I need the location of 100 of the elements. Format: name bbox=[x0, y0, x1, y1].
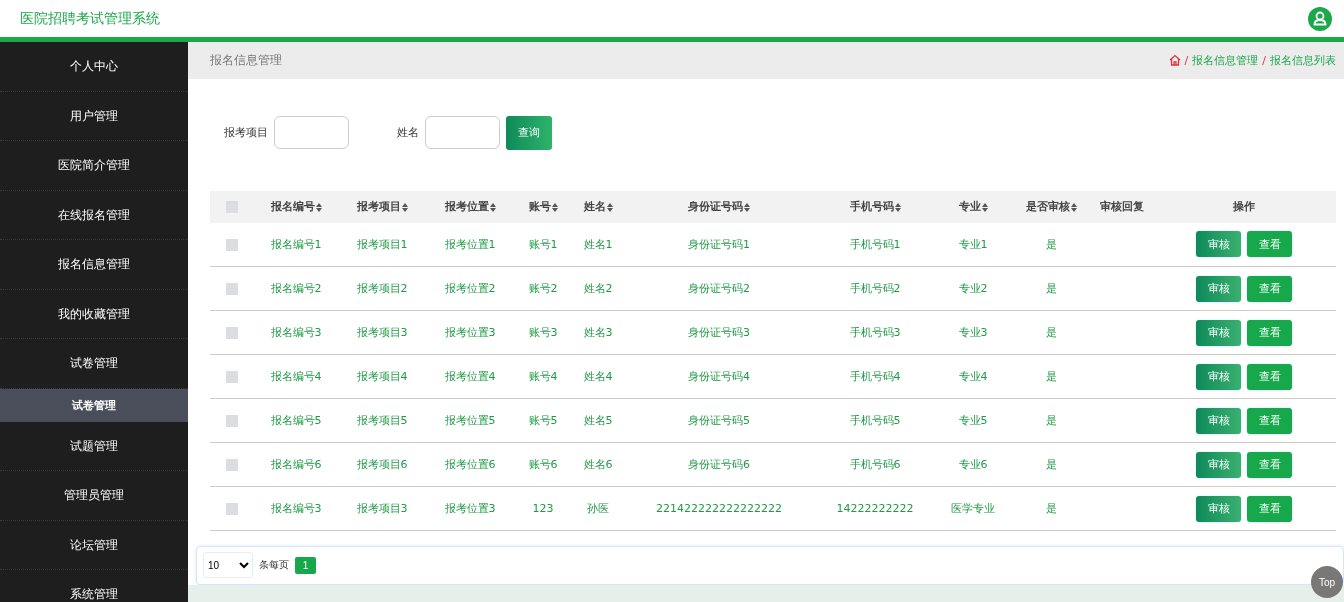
table-cell: 身份证号码4 bbox=[624, 354, 814, 399]
table-cell: 专业4 bbox=[936, 354, 1010, 399]
checkbox[interactable] bbox=[226, 327, 238, 340]
checkbox[interactable] bbox=[226, 283, 238, 296]
table-cell: 报考位置3 bbox=[426, 486, 514, 531]
column-header[interactable]: 报考位置 bbox=[426, 190, 514, 223]
column-header[interactable]: 账号 bbox=[514, 190, 572, 223]
table-cell: 报考位置1 bbox=[426, 222, 514, 267]
table-cell: 账号1 bbox=[514, 222, 572, 267]
sort-icon[interactable] bbox=[1070, 202, 1077, 212]
table-cell: 身份证号码1 bbox=[624, 222, 814, 267]
table-cell: 身份证号码3 bbox=[624, 310, 814, 355]
table-cell: 报考位置2 bbox=[426, 266, 514, 311]
table-cell: 账号5 bbox=[514, 398, 572, 443]
table-cell: 孙医 bbox=[572, 486, 624, 531]
sort-icon[interactable] bbox=[744, 202, 750, 212]
table-cell: 是 bbox=[1010, 486, 1092, 531]
table-cell: 报考项目4 bbox=[338, 354, 426, 399]
field-label: 报考项目 bbox=[224, 125, 268, 141]
column-header[interactable]: 报考项目 bbox=[338, 190, 426, 223]
column-header[interactable]: 姓名 bbox=[572, 190, 624, 223]
sort-icon[interactable] bbox=[489, 202, 496, 212]
checkbox[interactable] bbox=[226, 503, 238, 516]
review-button[interactable]: 审核 bbox=[1196, 495, 1241, 522]
table-cell: 手机号码6 bbox=[814, 442, 936, 487]
table-cell: 是 bbox=[1010, 222, 1092, 267]
table-cell: 手机号码5 bbox=[814, 398, 936, 443]
table-cell: 专业2 bbox=[936, 266, 1010, 311]
column-header[interactable]: 报名编号 bbox=[254, 190, 338, 223]
sort-icon[interactable] bbox=[401, 202, 408, 212]
table-cell: 报考位置4 bbox=[426, 354, 514, 399]
table-cell: 报考位置5 bbox=[426, 398, 514, 443]
input-field[interactable] bbox=[274, 116, 349, 150]
table-cell: 专业1 bbox=[936, 222, 1010, 267]
review-button[interactable]: 审核 bbox=[1196, 363, 1241, 390]
review-button[interactable]: 审核 bbox=[1196, 451, 1241, 478]
table-cell: 姓名2 bbox=[572, 266, 624, 311]
table-cell: 身份证号码6 bbox=[624, 442, 814, 487]
table-cell: 报名编号4 bbox=[254, 354, 338, 399]
field-label: 姓名 bbox=[397, 125, 419, 141]
sort-icon[interactable] bbox=[551, 202, 558, 212]
sidebar-subitem[interactable]: 试卷管理 bbox=[0, 388, 188, 422]
review-button[interactable]: 审核 bbox=[1196, 231, 1241, 258]
table-cell: 专业5 bbox=[936, 398, 1010, 443]
page-title: 报名信息管理 bbox=[210, 51, 282, 69]
table-cell: 报考项目6 bbox=[338, 442, 426, 487]
page-size-select[interactable]: 10 bbox=[203, 552, 253, 579]
column-header[interactable]: 身份证号码 bbox=[624, 190, 814, 223]
table-cell: 报名编号1 bbox=[254, 222, 338, 267]
home-icon[interactable] bbox=[1168, 54, 1181, 67]
table-cell: 是 bbox=[1010, 310, 1092, 355]
table-cell: 姓名5 bbox=[572, 398, 624, 443]
column-header[interactable]: 手机号码 bbox=[814, 190, 936, 223]
table-cell: 账号4 bbox=[514, 354, 572, 399]
table-cell: 身份证号码2 bbox=[624, 266, 814, 311]
review-button[interactable]: 审核 bbox=[1196, 407, 1241, 434]
sort-icon[interactable] bbox=[606, 202, 613, 212]
table-cell: 手机号码3 bbox=[814, 310, 936, 355]
table-cell: 姓名3 bbox=[572, 310, 624, 355]
checkbox[interactable] bbox=[226, 459, 238, 472]
table-cell: 专业6 bbox=[936, 442, 1010, 487]
checkbox[interactable] bbox=[226, 415, 238, 428]
table-cell: 14222222222 bbox=[814, 486, 936, 531]
user-avatar-icon[interactable] bbox=[1308, 6, 1332, 31]
per-page-label: 条每页 bbox=[259, 558, 289, 573]
table-cell: 报名编号3 bbox=[254, 310, 338, 355]
input-field[interactable] bbox=[425, 116, 500, 150]
table-cell: 报名编号6 bbox=[254, 442, 338, 487]
table-cell: 姓名1 bbox=[572, 222, 624, 267]
table-cell: 报考位置3 bbox=[426, 310, 514, 355]
table-cell: 报名编号5 bbox=[254, 398, 338, 443]
table-cell: 账号6 bbox=[514, 442, 572, 487]
table-cell: 123 bbox=[514, 486, 572, 531]
column-header: 审核回复 bbox=[1092, 190, 1152, 223]
column-header[interactable]: 是否审核 bbox=[1010, 190, 1092, 223]
table-cell: 报考项目2 bbox=[338, 266, 426, 311]
table-cell: 221422222222222222 bbox=[624, 486, 814, 531]
table-cell: 手机号码1 bbox=[814, 222, 936, 267]
sort-icon[interactable] bbox=[981, 202, 988, 212]
query-button[interactable]: 查询 bbox=[506, 115, 552, 150]
checkbox[interactable] bbox=[226, 238, 238, 251]
table-cell: 报考项目1 bbox=[338, 222, 426, 267]
sort-icon[interactable] bbox=[894, 202, 901, 212]
breadcrumb-separator: / bbox=[1262, 53, 1266, 67]
review-button[interactable]: 审核 bbox=[1196, 319, 1241, 346]
table-cell: 身份证号码5 bbox=[624, 398, 814, 443]
table-cell: 报名编号2 bbox=[254, 266, 338, 311]
table-cell: 姓名6 bbox=[572, 442, 624, 487]
checkbox[interactable] bbox=[226, 371, 238, 384]
table-cell: 账号3 bbox=[514, 310, 572, 355]
column-header[interactable]: 专业 bbox=[936, 190, 1010, 223]
review-button[interactable]: 审核 bbox=[1196, 275, 1241, 302]
table-cell: 专业3 bbox=[936, 310, 1010, 355]
table-cell: 手机号码2 bbox=[814, 266, 936, 311]
table-cell: 是 bbox=[1010, 354, 1092, 399]
sort-icon[interactable] bbox=[315, 202, 322, 212]
column-header: 操作 bbox=[1152, 190, 1336, 223]
table-cell: 报考项目5 bbox=[338, 398, 426, 443]
table-cell: 是 bbox=[1010, 442, 1092, 487]
breadcrumb-separator: / bbox=[1184, 53, 1189, 67]
